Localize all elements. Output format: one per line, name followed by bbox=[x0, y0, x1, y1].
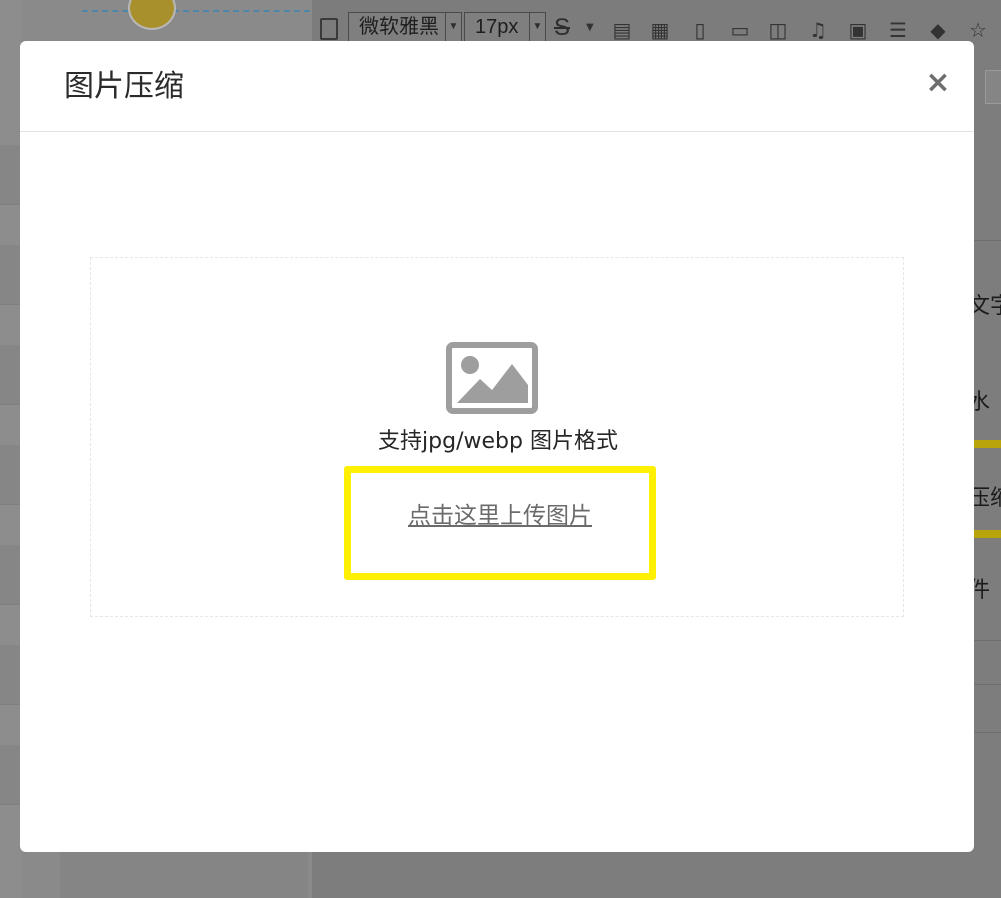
special-icon[interactable]: ☆ bbox=[966, 18, 990, 42]
side-item-highlight bbox=[974, 440, 1001, 448]
video-icon[interactable]: ▣ bbox=[846, 18, 870, 42]
font-family-value: 微软雅黑 bbox=[359, 16, 439, 38]
dialog-header: 图片压缩 × bbox=[20, 41, 974, 132]
upload-link[interactable]: 点击这里上传图片 bbox=[351, 499, 649, 533]
supported-formats-text: 支持jpg/webp 图片格式 bbox=[378, 429, 618, 454]
chevron-down-icon[interactable]: ▼ bbox=[586, 22, 594, 33]
side-item-highlight bbox=[974, 530, 1001, 538]
font-family-select[interactable]: 微软雅黑 ▼ bbox=[348, 12, 462, 42]
grid-icon[interactable]: ▦ bbox=[648, 18, 672, 42]
lemon-decoration bbox=[128, 0, 176, 30]
dialog-title: 图片压缩 bbox=[64, 69, 184, 104]
sidebar-strip bbox=[0, 545, 22, 605]
document-icon[interactable] bbox=[320, 18, 338, 40]
chevron-down-icon: ▼ bbox=[445, 13, 461, 41]
divider-icon[interactable]: ☰ bbox=[886, 18, 910, 42]
divider bbox=[974, 684, 1001, 685]
image-placeholder-icon bbox=[446, 342, 538, 414]
canvas-footer bbox=[60, 852, 308, 898]
sidebar-strip bbox=[0, 245, 22, 305]
font-size-value: 17px bbox=[475, 16, 519, 38]
decorative-dashed-line bbox=[82, 10, 330, 12]
strikethrough-icon[interactable]: S bbox=[554, 14, 570, 42]
sidebar-strip bbox=[0, 745, 22, 805]
upload-dropzone[interactable]: 支持jpg/webp 图片格式 点击这里上传图片 bbox=[90, 257, 904, 617]
sidebar-strip bbox=[0, 645, 22, 705]
font-size-select[interactable]: 17px ▼ bbox=[464, 12, 546, 42]
sidebar-strip bbox=[0, 345, 22, 405]
image-compress-dialog: 图片压缩 × 支持jpg/webp 图片格式 点击这里上传图片 bbox=[20, 41, 974, 852]
highlight-annotation: 点击这里上传图片 bbox=[344, 466, 656, 580]
file-icon[interactable]: ▯ bbox=[688, 18, 712, 42]
divider bbox=[974, 240, 1001, 241]
side-search-input[interactable] bbox=[985, 70, 1001, 104]
left-sidebar bbox=[0, 0, 22, 898]
divider bbox=[974, 732, 1001, 733]
image-icon[interactable]: ▭ bbox=[728, 18, 752, 42]
eraser-icon[interactable]: ◆ bbox=[926, 18, 950, 42]
chevron-down-icon: ▼ bbox=[529, 13, 545, 41]
gallery-icon[interactable]: ◫ bbox=[766, 18, 790, 42]
music-icon[interactable]: ♫ bbox=[806, 18, 830, 42]
sidebar-strip bbox=[0, 145, 22, 205]
divider bbox=[974, 640, 1001, 641]
table-icon[interactable]: ▤ bbox=[610, 18, 634, 42]
close-icon[interactable]: × bbox=[924, 68, 952, 98]
sidebar-strip bbox=[0, 445, 22, 505]
